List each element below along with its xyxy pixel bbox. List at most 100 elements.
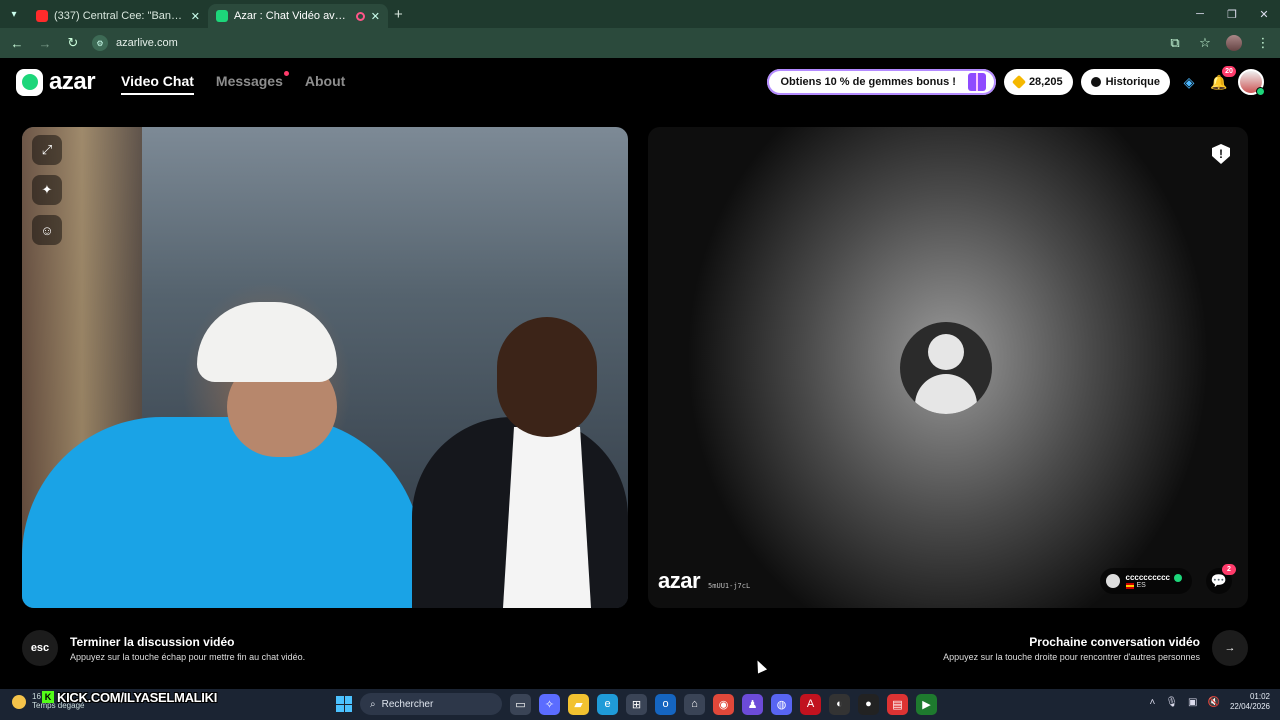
- gamepad-icon[interactable]: ♟: [742, 693, 763, 715]
- chat-bubble-icon[interactable]: 💬 2: [1206, 564, 1236, 594]
- windows-start-icon[interactable]: [336, 696, 352, 712]
- mouse-cursor-icon: [752, 658, 768, 674]
- esc-key-button[interactable]: esc: [22, 630, 58, 666]
- streaming-app-icon[interactable]: ⌂: [684, 693, 705, 715]
- clock-icon: [1090, 77, 1101, 87]
- taskbar-search[interactable]: ⌕ Rechercher: [360, 693, 502, 715]
- promo-label: Obtiens 10 % de gemmes bonus !: [780, 76, 956, 88]
- profile-avatar[interactable]: [1226, 35, 1242, 51]
- unread-dot: [283, 71, 289, 76]
- back-icon[interactable]: ←: [8, 34, 26, 52]
- logo-text: azar: [49, 68, 96, 95]
- recording-icon: [355, 11, 365, 21]
- bookmark-star-icon[interactable]: ☆: [1196, 34, 1214, 52]
- gem-bonus-promo-button[interactable]: Obtiens 10 % de gemmes bonus !: [766, 69, 996, 95]
- next-chat-title: Prochaine conversation vidéo: [1029, 634, 1200, 649]
- install-app-icon[interactable]: ⧉: [1166, 34, 1184, 52]
- end-chat-hint: esc Terminer la discussion vidéo Appuyez…: [22, 630, 305, 666]
- media-player-icon[interactable]: ▶: [916, 693, 937, 715]
- kick-overlay: K KICK.COM/ILYASELMALIKI: [42, 689, 217, 705]
- forward-icon[interactable]: →: [36, 34, 54, 52]
- azar-favicon-icon: [216, 10, 228, 22]
- tab-close-icon[interactable]: ✕: [371, 10, 380, 23]
- chat-badge: 2: [1222, 564, 1236, 575]
- time-text: 01:02: [1249, 692, 1270, 701]
- volume-muted-icon[interactable]: 🔇: [1208, 697, 1220, 708]
- fullscreen-icon[interactable]: ⤢: [32, 135, 62, 165]
- peer-country: ES: [1136, 582, 1146, 589]
- gift-icon: [967, 73, 986, 91]
- site-info-icon[interactable]: ⚙: [92, 35, 108, 51]
- chrome-icon[interactable]: ◉: [713, 693, 734, 715]
- date-text: 22/04/2026: [1229, 702, 1270, 711]
- file-explorer-icon[interactable]: ▰: [568, 693, 589, 715]
- history-label: Historique: [1105, 76, 1160, 88]
- copilot-icon[interactable]: ✧: [539, 693, 560, 715]
- url-text[interactable]: azarlive.com: [116, 37, 178, 49]
- tab-title: Azar : Chat Vidéo avec de n: [234, 10, 350, 22]
- clock[interactable]: 01:02 22/04/2026: [1230, 692, 1270, 712]
- notifications-bell-icon[interactable]: 🔔 20: [1208, 66, 1236, 93]
- nav-about[interactable]: About: [305, 69, 345, 95]
- recorder-icon[interactable]: ▤: [887, 693, 908, 715]
- search-icon: ⌕: [370, 698, 376, 710]
- windows-taskbar: 16 Temps dégagé K KICK.COM/ILYASELMALIKI…: [0, 689, 1280, 720]
- tab-azar[interactable]: Azar : Chat Vidéo avec de n ✕: [208, 4, 388, 28]
- window-controls: ─ ❐ ✕: [1184, 0, 1280, 28]
- restore-button[interactable]: ❐: [1216, 0, 1248, 28]
- search-placeholder: Rechercher: [381, 698, 434, 710]
- end-chat-title: Terminer la discussion vidéo: [70, 634, 235, 649]
- outlook-icon[interactable]: o: [655, 693, 676, 715]
- verified-icon: [1174, 573, 1182, 582]
- store-icon[interactable]: ◈: [1178, 71, 1200, 93]
- kick-icon: K: [42, 691, 54, 703]
- video-side-tools: ⤢ ✦ ☺: [32, 135, 62, 245]
- close-window-button[interactable]: ✕: [1248, 0, 1280, 28]
- minimize-button[interactable]: ─: [1184, 0, 1216, 28]
- capture-icon[interactable]: ◐: [829, 693, 850, 715]
- nav-video-chat[interactable]: Video Chat: [121, 69, 194, 95]
- gems-balance-button[interactable]: 28,205: [1003, 69, 1073, 95]
- tab-close-icon[interactable]: ✕: [191, 10, 200, 23]
- session-id: 5mUU1-j7cL: [708, 582, 751, 590]
- user-avatar[interactable]: [1238, 69, 1265, 96]
- reload-icon[interactable]: ↻: [64, 34, 82, 52]
- main-nav: Video Chat Messages About: [121, 69, 345, 95]
- menu-kebab-icon[interactable]: ⋮: [1254, 34, 1272, 52]
- report-shield-icon[interactable]: !: [1212, 144, 1230, 164]
- tab-youtube[interactable]: (337) Central Cee: "Band4Band" ✕: [28, 4, 208, 28]
- chevron-up-icon[interactable]: ˄: [1150, 697, 1156, 708]
- remote-video-feed: ! azar 5mUU1-j7cL cccccccccc ES 💬 2: [648, 127, 1248, 608]
- obs-icon[interactable]: ●: [858, 693, 879, 715]
- youtube-icon: [36, 10, 48, 22]
- white-cap: [197, 302, 337, 382]
- store-app-icon[interactable]: ⊞: [626, 693, 647, 715]
- adobe-icon[interactable]: A: [800, 693, 821, 715]
- task-view-icon[interactable]: ▭: [510, 693, 531, 715]
- history-button[interactable]: Historique: [1080, 69, 1170, 95]
- spain-flag-icon: [1125, 582, 1134, 589]
- microphone-icon[interactable]: 🎙: [1165, 697, 1178, 708]
- display-icon[interactable]: ▣: [1188, 697, 1197, 708]
- gems-count: 28,205: [1028, 76, 1063, 88]
- peer-avatar-icon: [1105, 574, 1120, 588]
- new-tab-button[interactable]: +: [394, 6, 403, 23]
- address-bar: ← → ↻ ⚙ azarlive.com ⧉ ☆ ⋮: [0, 28, 1280, 58]
- person-blue-sweater: [22, 417, 422, 608]
- nav-messages[interactable]: Messages: [216, 69, 289, 95]
- azar-logo[interactable]: azar: [16, 68, 96, 96]
- next-arrow-button[interactable]: →: [1212, 630, 1248, 666]
- peer-info-chip[interactable]: cccccccccc ES: [1099, 568, 1192, 594]
- moon-icon: [12, 694, 26, 709]
- magic-wand-icon[interactable]: ✦: [32, 175, 62, 205]
- discord-icon[interactable]: ◍: [771, 693, 792, 715]
- omnibox[interactable]: ⚙ azarlive.com: [92, 35, 178, 51]
- tab-search-icon[interactable]: ▾: [0, 0, 28, 28]
- edge-icon[interactable]: e: [597, 693, 618, 715]
- face-effect-icon[interactable]: ☺: [32, 215, 62, 245]
- online-indicator: [1256, 87, 1265, 96]
- system-tray: ˄ 🎙 ▣ 🔇 01:02 22/04/2026: [1150, 692, 1271, 712]
- next-chat-subtitle: Appuyez sur la touche droite pour rencon…: [943, 651, 1200, 662]
- app-header: azar Video Chat Messages About Obtiens 1…: [0, 58, 1280, 106]
- gem-icon: [1011, 74, 1027, 90]
